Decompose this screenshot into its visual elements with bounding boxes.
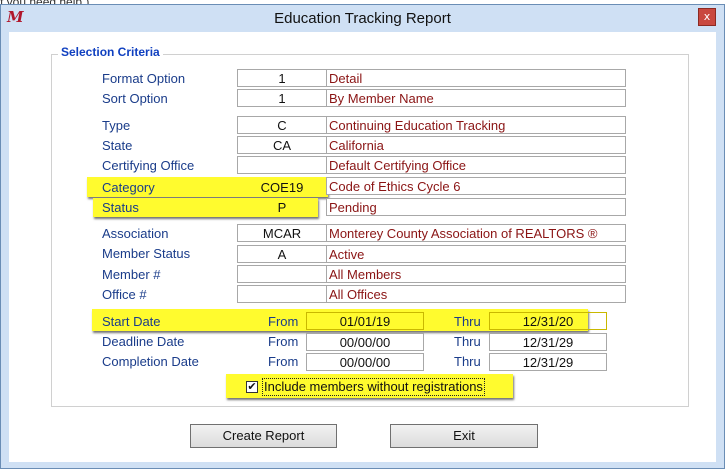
report-dialog: M Education Tracking Report x Selection … — [0, 4, 725, 469]
completion-date-label: Completion Date — [102, 354, 199, 369]
completion-thru-label: Thru — [454, 354, 481, 369]
exit-button[interactable]: Exit — [390, 424, 538, 448]
status-code[interactable]: P — [237, 198, 327, 216]
status-desc: Pending — [326, 198, 626, 216]
format-option-desc: Detail — [326, 69, 626, 87]
type-code[interactable]: C — [237, 116, 327, 134]
selection-criteria-legend: Selection Criteria — [58, 45, 163, 59]
member-number-code[interactable] — [237, 265, 327, 283]
office-number-label: Office # — [102, 287, 147, 302]
start-from-input[interactable]: 01/01/19 — [306, 312, 424, 330]
window-title: Education Tracking Report — [274, 10, 451, 27]
sort-option-desc: By Member Name — [326, 89, 626, 107]
include-members-label[interactable]: Include members without registrations — [262, 378, 485, 396]
office-number-desc: All Offices — [326, 285, 626, 303]
category-desc: Code of Ethics Cycle 6 — [326, 177, 626, 195]
category-label: Category — [102, 180, 155, 195]
member-status-label: Member Status — [102, 246, 191, 261]
type-desc: Continuing Education Tracking — [326, 116, 626, 134]
dialog-body: Selection Criteria Format Option 1 Detai… — [9, 32, 716, 462]
title-bar: M Education Tracking Report x — [1, 5, 724, 31]
sort-option-code[interactable]: 1 — [237, 89, 327, 107]
association-label: Association — [102, 226, 169, 241]
format-option-code[interactable]: 1 — [237, 69, 327, 87]
member-status-code[interactable]: A — [237, 245, 327, 263]
certifying-office-desc: Default Certifying Office — [326, 156, 626, 174]
create-report-button[interactable]: Create Report — [190, 424, 337, 448]
certifying-office-label: Certifying Office — [102, 158, 195, 173]
format-option-label: Format Option — [102, 71, 186, 86]
association-desc: Monterey County Association of REALTORS … — [326, 224, 626, 242]
start-thru-label: Thru — [454, 314, 481, 329]
member-number-label: Member # — [102, 267, 161, 282]
type-label: Type — [102, 118, 131, 133]
start-thru-input[interactable]: 12/31/20 — [489, 312, 607, 330]
category-code[interactable]: COE19 — [237, 178, 327, 196]
sort-option-label: Sort Option — [102, 91, 168, 106]
completion-from-input[interactable]: 00/00/00 — [306, 353, 424, 371]
checkmark-icon: ✔ — [247, 380, 257, 393]
member-status-desc: Active — [326, 245, 626, 263]
start-date-label: Start Date — [102, 314, 161, 329]
start-from-label: From — [268, 314, 299, 329]
deadline-thru-input[interactable]: 12/31/29 — [489, 333, 607, 351]
deadline-thru-label: Thru — [454, 334, 481, 349]
deadline-date-label: Deadline Date — [102, 334, 185, 349]
deadline-from-label: From — [268, 334, 299, 349]
completion-thru-input[interactable]: 12/31/29 — [489, 353, 607, 371]
close-button[interactable]: x — [698, 8, 716, 26]
status-label: Status — [102, 200, 139, 215]
state-label: State — [102, 138, 133, 153]
certifying-office-code[interactable] — [237, 156, 327, 174]
office-number-code[interactable] — [237, 285, 327, 303]
deadline-from-input[interactable]: 00/00/00 — [306, 333, 424, 351]
state-desc: California — [326, 136, 626, 154]
include-members-checkbox[interactable]: ✔ — [246, 381, 258, 393]
close-icon: x — [703, 10, 711, 23]
state-code[interactable]: CA — [237, 136, 327, 154]
member-number-desc: All Members — [326, 265, 626, 283]
completion-from-label: From — [268, 354, 299, 369]
association-code[interactable]: MCAR — [237, 224, 327, 242]
